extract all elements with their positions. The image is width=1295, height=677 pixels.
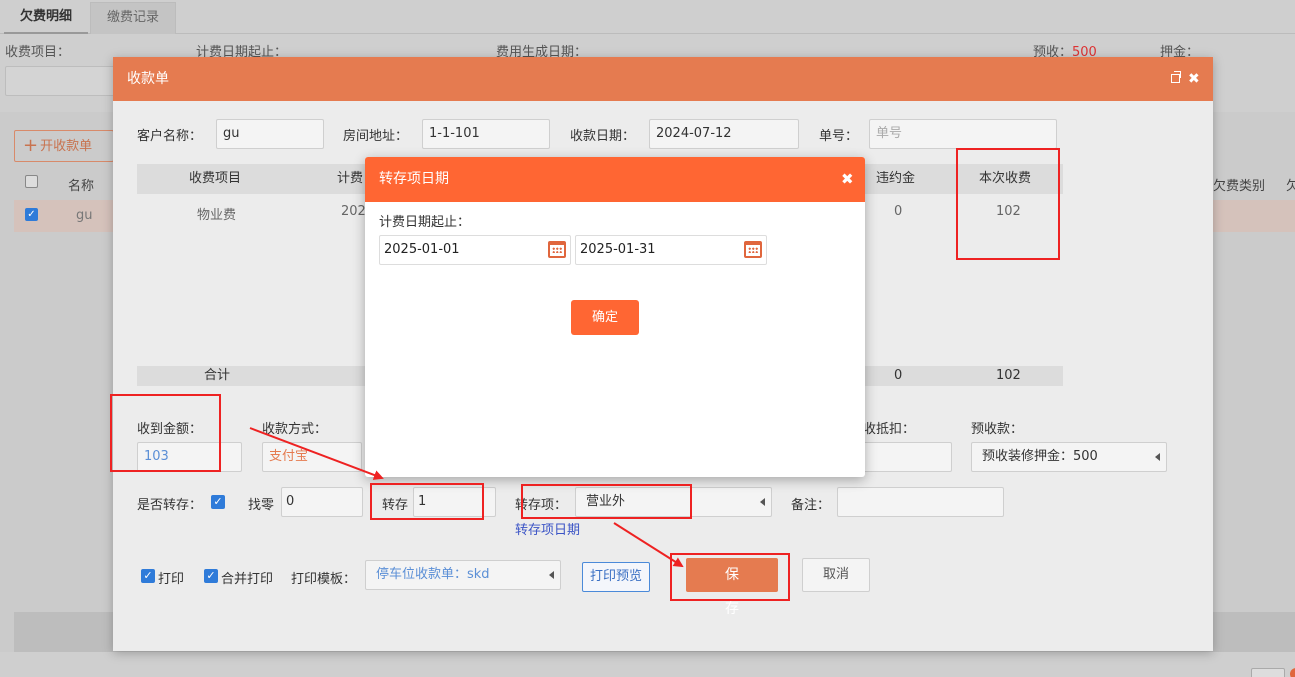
- print-checkbox[interactable]: ✓: [141, 569, 155, 583]
- cell-billing: 202: [341, 204, 366, 219]
- cancel-button[interactable]: 取消: [802, 558, 870, 592]
- caret-left-icon: [1155, 453, 1160, 461]
- bg-name-header: 名称: [68, 179, 95, 194]
- print-template-select[interactable]: 停车位收款单：skd: [365, 560, 561, 590]
- remark-input[interactable]: [837, 487, 1004, 517]
- sum-current-charge: 102: [996, 368, 1021, 383]
- th-charge-item: 收费项目: [189, 171, 242, 186]
- transfer-date-modal: 转存项日期 ✖ 计费日期起止： 2025-01-01 2025-01-31 确定: [365, 157, 865, 477]
- annotation-box-transfer-item: [521, 484, 692, 519]
- receipt-date-input[interactable]: 2024-07-12: [649, 119, 799, 149]
- annotation-box-transfer-amount: [370, 483, 484, 520]
- sum-label: 合计: [204, 368, 231, 383]
- prepay-value: 预收装修押金：500: [982, 449, 1098, 464]
- transfer-date-modal-header: 转存项日期 ✖: [365, 157, 865, 202]
- remark-label: 备注：: [791, 498, 831, 513]
- end-date-input[interactable]: 2025-01-31: [575, 235, 767, 265]
- receipt-date-label: 收款日期：: [570, 129, 636, 144]
- transfer-label: 是否转存：: [137, 498, 203, 513]
- open-receipt-button[interactable]: + 开收款单: [14, 130, 114, 162]
- bg-pager[interactable]: [1251, 668, 1285, 677]
- close-icon[interactable]: ✖: [1188, 69, 1200, 89]
- customer-name-input[interactable]: gu: [216, 119, 324, 149]
- close-icon[interactable]: ✖: [841, 169, 854, 189]
- receipt-dialog-title: 收款单: [127, 71, 169, 87]
- offset-input[interactable]: [863, 442, 952, 472]
- bg-tab-bar: 欠费明细 缴费记录: [0, 0, 1295, 34]
- bg-select-all-checkbox[interactable]: [25, 175, 38, 188]
- tab-payment-records[interactable]: 缴费记录: [90, 2, 177, 34]
- maximize-icon[interactable]: [1171, 71, 1181, 83]
- room-address-input[interactable]: 1-1-101: [422, 119, 550, 149]
- cell-charge-item: 物业费: [197, 208, 237, 223]
- change-input[interactable]: 0: [281, 487, 363, 517]
- annotation-box-save: [670, 553, 790, 601]
- bg-arrears-type-header: 欠费类别: [1213, 179, 1266, 194]
- start-date-input[interactable]: 2025-01-01: [379, 235, 571, 265]
- sum-penalty: 0: [894, 368, 903, 383]
- confirm-button[interactable]: 确定: [571, 300, 639, 335]
- transfer-date-link[interactable]: 转存项日期: [515, 519, 580, 538]
- receipt-no-label: 单号：: [819, 129, 859, 144]
- payment-method-label: 收款方式：: [262, 422, 328, 437]
- prepay-label: 预收款：: [971, 422, 1024, 437]
- merge-print-checkbox[interactable]: ✓: [204, 569, 218, 583]
- start-date-value: 2025-01-01: [384, 242, 460, 257]
- end-date-value: 2025-01-31: [580, 242, 656, 257]
- customer-name-label: 客户名称：: [137, 129, 203, 144]
- merge-print-label: 合并打印: [221, 572, 274, 587]
- tab-arrears-detail[interactable]: 欠费明细: [4, 2, 89, 34]
- annotation-box-current-charge: [956, 148, 1060, 260]
- change-label: 找零: [248, 498, 275, 513]
- th-billing: 计费: [337, 171, 364, 186]
- cell-penalty: 0: [894, 204, 903, 219]
- room-address-label: 房间地址：: [343, 129, 409, 144]
- print-template-label: 打印模板：: [291, 572, 357, 587]
- caret-left-icon: [549, 571, 554, 579]
- offset-label: 收抵扣：: [863, 422, 916, 437]
- payment-method-select[interactable]: 支付宝: [262, 442, 362, 472]
- receipt-no-input[interactable]: 单号: [869, 119, 1057, 149]
- plus-icon: +: [23, 135, 39, 156]
- bg-row-name: gu: [76, 208, 93, 223]
- transfer-date-modal-title: 转存项日期: [379, 171, 449, 187]
- calendar-icon[interactable]: [744, 241, 762, 258]
- bg-float-dot[interactable]: [1290, 668, 1295, 677]
- bg-more-header: 欠: [1286, 179, 1295, 194]
- calendar-icon[interactable]: [548, 241, 566, 258]
- prepay-select[interactable]: 预收装修押金：500: [971, 442, 1167, 472]
- th-penalty: 违约金: [876, 171, 916, 186]
- print-preview-button[interactable]: 打印预览: [582, 562, 650, 592]
- print-template-value: 停车位收款单：skd: [376, 567, 490, 582]
- annotation-box-received-amount: [110, 394, 221, 472]
- bg-charge-item-label: 收费项目：: [5, 45, 71, 60]
- modal-period-label: 计费日期起止：: [379, 215, 471, 230]
- bg-row-checkbox[interactable]: ✓: [25, 208, 38, 221]
- caret-left-icon: [760, 498, 765, 506]
- transfer-checkbox[interactable]: ✓: [211, 495, 225, 509]
- bg-charge-item-input[interactable]: [5, 66, 115, 96]
- receipt-dialog-header: 收款单 ✖: [113, 57, 1213, 101]
- print-label: 打印: [158, 572, 185, 587]
- open-receipt-label: 开收款单: [40, 139, 93, 154]
